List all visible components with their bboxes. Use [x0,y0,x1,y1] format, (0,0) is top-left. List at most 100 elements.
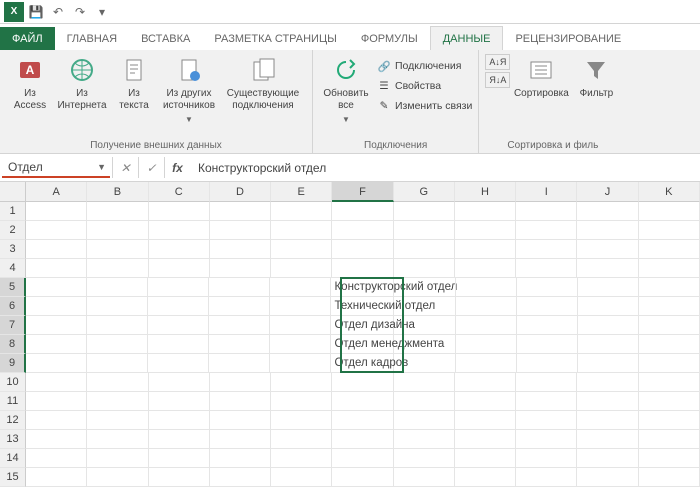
cell[interactable] [209,297,270,316]
cell[interactable] [578,297,639,316]
cell[interactable] [271,240,332,259]
cell[interactable] [87,392,148,411]
cell[interactable] [578,335,639,354]
cell[interactable] [394,354,455,373]
tab-review[interactable]: РЕЦЕНЗИРОВАНИЕ [503,27,633,50]
cell[interactable] [456,354,517,373]
cell[interactable] [332,430,393,449]
cell[interactable] [26,297,87,316]
cell[interactable] [87,259,148,278]
row-header[interactable]: 5 [0,278,26,297]
cell[interactable] [516,373,577,392]
cell[interactable] [516,468,577,487]
cell[interactable] [26,449,87,468]
column-header[interactable]: D [210,182,271,202]
cell[interactable]: Отдел дизайна [331,316,394,335]
cell[interactable] [87,278,148,297]
cell[interactable] [394,430,455,449]
column-header[interactable]: K [639,182,700,202]
cell[interactable] [271,259,332,278]
cell[interactable] [87,335,148,354]
row-header[interactable]: 13 [0,430,26,449]
cell[interactable] [577,449,638,468]
cell[interactable] [578,354,639,373]
cell[interactable] [639,278,700,297]
column-header[interactable]: G [394,182,455,202]
cell[interactable] [455,449,516,468]
cell[interactable] [87,354,148,373]
cell[interactable] [210,373,271,392]
cell[interactable] [577,411,638,430]
cell[interactable] [26,373,87,392]
cell[interactable] [394,259,455,278]
cell[interactable] [210,259,271,278]
cell[interactable] [87,449,148,468]
cell[interactable] [455,221,516,240]
column-header[interactable]: J [577,182,638,202]
cell[interactable] [210,392,271,411]
column-header[interactable]: C [149,182,210,202]
cell[interactable] [210,240,271,259]
cell[interactable] [271,468,332,487]
cell[interactable] [455,468,516,487]
cell[interactable] [394,468,455,487]
cell[interactable] [332,392,393,411]
cell[interactable] [332,411,393,430]
cell[interactable] [516,240,577,259]
cell[interactable] [26,316,87,335]
cell[interactable] [149,411,210,430]
column-header[interactable]: F [332,182,393,202]
cell[interactable] [270,354,331,373]
cell[interactable] [26,278,87,297]
cell[interactable] [394,278,455,297]
tab-formulas[interactable]: ФОРМУЛЫ [349,27,430,50]
cell[interactable] [149,392,210,411]
cell[interactable] [578,316,639,335]
sort-button[interactable]: Сортировка [514,54,568,100]
cell[interactable] [149,240,210,259]
row-header[interactable]: 15 [0,468,26,487]
cell[interactable] [394,221,455,240]
cell[interactable] [210,221,271,240]
column-header[interactable]: E [271,182,332,202]
row-header[interactable]: 3 [0,240,26,259]
cell[interactable] [149,259,210,278]
cell[interactable] [26,430,87,449]
formula-input[interactable]: Конструкторский отдел [190,161,700,175]
cell[interactable] [516,259,577,278]
from-access-button[interactable]: A Из Access [6,54,54,112]
cell[interactable] [332,221,393,240]
cell[interactable] [577,430,638,449]
cell[interactable] [271,373,332,392]
cell[interactable] [148,297,209,316]
existing-connections-button[interactable]: Существующие подключения [220,54,306,112]
cell[interactable] [26,202,87,221]
cell[interactable] [394,316,455,335]
column-header[interactable]: A [26,182,87,202]
cell[interactable] [517,297,578,316]
cell[interactable] [26,335,87,354]
cell[interactable] [516,221,577,240]
tab-page-layout[interactable]: РАЗМЕТКА СТРАНИЦЫ [202,27,348,50]
cell[interactable] [639,240,700,259]
cell[interactable] [516,430,577,449]
insert-function-button[interactable]: fx [164,157,190,178]
cell[interactable] [639,221,700,240]
cell[interactable] [577,221,638,240]
cell[interactable] [456,316,517,335]
cell[interactable] [639,202,700,221]
cell[interactable] [332,449,393,468]
cell[interactable] [210,468,271,487]
cell[interactable] [210,411,271,430]
cell[interactable] [455,373,516,392]
row-header[interactable]: 12 [0,411,26,430]
cell[interactable] [87,468,148,487]
cell[interactable] [26,392,87,411]
properties-button[interactable]: ☰Свойства [377,78,472,94]
cell[interactable] [87,297,148,316]
cell[interactable] [149,430,210,449]
connections-button[interactable]: 🔗Подключения [377,58,472,74]
cell[interactable] [148,316,209,335]
cell[interactable] [332,240,393,259]
sort-desc-button[interactable]: Я↓А [485,72,510,88]
